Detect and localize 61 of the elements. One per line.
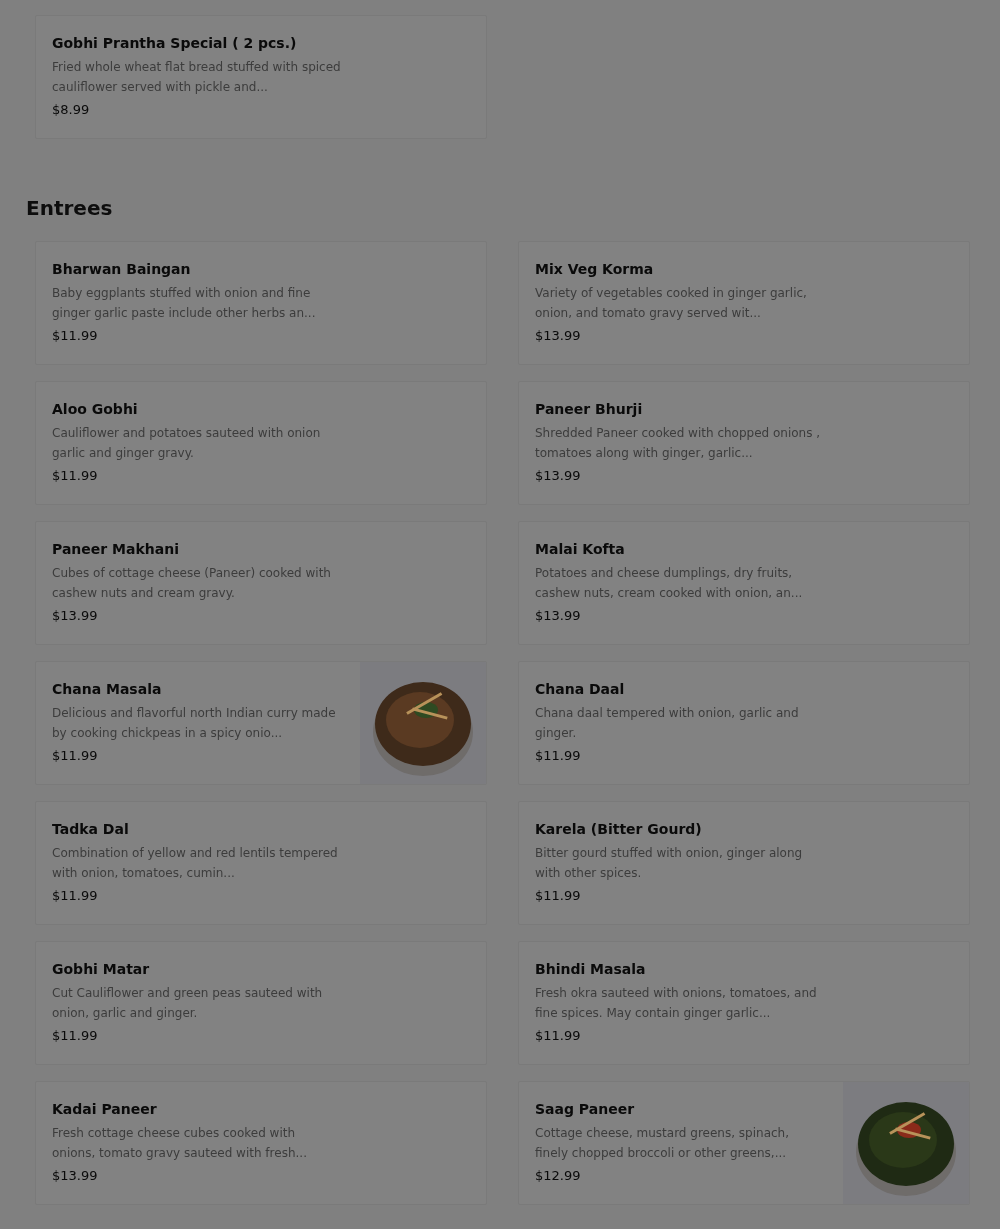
menu-item-card[interactable]: Kadai Paneer Fresh cottage cheese cubes cooked with onions, tomato gravy sauteed with fresh... $13.99 <box>35 1081 487 1205</box>
item-price: $13.99 <box>535 327 582 345</box>
item-price: $11.99 <box>535 887 582 905</box>
item-price: $13.99 <box>52 607 99 625</box>
item-name: Paneer Makhani <box>52 540 180 558</box>
menu-item-card[interactable]: Bhindi Masala Fresh okra sauteed with onions, tomatoes, and fine spices. May contain ginger garlic... $11.99 <box>518 941 970 1065</box>
menu-item-card[interactable]: Aloo Gobhi Cauliflower and potatoes sauteed with onion garlic and ginger gravy. $11.99 <box>35 381 487 505</box>
item-description: Potatoes and cheese dumplings, dry fruits, cashew nuts, cream cooked with onion, an... <box>535 565 804 602</box>
item-name: Saag Paneer <box>535 1100 636 1118</box>
menu-item-card[interactable]: Karela (Bitter Gourd) Bitter gourd stuffed with onion, ginger along with other spices. $11.99 <box>518 801 970 925</box>
item-description: Combination of yellow and red lentils tempered with onion, tomatoes, cumin... <box>52 845 339 882</box>
menu-item-card[interactable]: Gobhi Matar Cut Cauliflower and green peas sauteed with onion, garlic and ginger. $11.99 <box>35 941 487 1065</box>
item-description: Chana daal tempered with onion, garlic and ginger. <box>535 705 800 742</box>
item-description: Fresh cottage cheese cubes cooked with onions, tomato gravy sauteed with fresh... <box>52 1125 308 1162</box>
item-name: Kadai Paneer <box>52 1100 158 1118</box>
menu-item-card[interactable]: Paneer Bhurji Shredded Paneer cooked with chopped onions , tomatoes along with ginger, garlic... $13.99 <box>518 381 970 505</box>
menu-item-card[interactable]: Paneer Makhani Cubes of cottage cheese (Paneer) cooked with cashew nuts and cream gravy. $13.99 <box>35 521 487 645</box>
item-name: Bhindi Masala <box>535 960 647 978</box>
item-price: $8.99 <box>52 101 91 119</box>
item-name: Paneer Bhurji <box>535 400 644 418</box>
item-description: Bitter gourd stuffed with onion, ginger along with other spices. <box>535 845 804 882</box>
menu-item-card[interactable]: Saag Paneer Cottage cheese, mustard greens, spinach, finely chopped broccoli or other greens,... $12.99 <box>518 1081 970 1205</box>
item-name: Chana Daal <box>535 680 626 698</box>
item-name: Gobhi Prantha Special ( 2 pcs.) <box>52 34 298 52</box>
item-price: $11.99 <box>52 467 99 485</box>
item-name: Aloo Gobhi <box>52 400 139 418</box>
item-description: Cottage cheese, mustard greens, spinach, finely chopped broccoli or other greens,... <box>535 1125 790 1162</box>
item-name: Gobhi Matar <box>52 960 151 978</box>
item-description: Variety of vegetables cooked in ginger garlic, onion, and tomato gravy served wit... <box>535 285 808 322</box>
menu-item-card[interactable]: Bharwan Baingan Baby eggplants stuffed with onion and fine ginger garlic paste include other herbs an... $11.99 <box>35 241 487 365</box>
item-description: Delicious and flavorful north Indian curry made by cooking chickpeas in a spicy onio... <box>52 705 337 742</box>
item-description: Cut Cauliflower and green peas sauteed with onion, garlic and ginger. <box>52 985 324 1022</box>
item-price: $12.99 <box>535 1167 582 1185</box>
item-name: Chana Masala <box>52 680 163 698</box>
item-description: Baby eggplants stuffed with onion and fine ginger garlic paste include other herbs an... <box>52 285 317 322</box>
item-name: Tadka Dal <box>52 820 130 838</box>
menu-item-card[interactable]: Chana Masala Delicious and flavorful north Indian curry made by cooking chickpeas in a spicy onio... $11.99 <box>35 661 487 785</box>
menu-item-card[interactable]: Malai Kofta Potatoes and cheese dumplings, dry fruits, cashew nuts, cream cooked with onion, an... $13.99 <box>518 521 970 645</box>
item-description: Cubes of cottage cheese (Paneer) cooked with cashew nuts and cream gravy. <box>52 565 332 602</box>
item-price: $13.99 <box>535 467 582 485</box>
item-name: Bharwan Baingan <box>52 260 192 278</box>
item-description: Fried whole wheat flat bread stuffed with spiced cauliflower served with pickle and... <box>52 59 342 96</box>
item-price: $11.99 <box>52 887 99 905</box>
item-description: Shredded Paneer cooked with chopped onions , tomatoes along with ginger, garlic... <box>535 425 822 462</box>
section-heading: Entrees <box>26 195 113 222</box>
item-name: Karela (Bitter Gourd) <box>535 820 703 838</box>
item-price: $11.99 <box>52 327 99 345</box>
item-price: $11.99 <box>52 747 99 765</box>
item-price: $13.99 <box>52 1167 99 1185</box>
item-name: Mix Veg Korma <box>535 260 655 278</box>
item-price: $13.99 <box>535 607 582 625</box>
menu-item-card[interactable]: Mix Veg Korma Variety of vegetables cooked in ginger garlic, onion, and tomato gravy served wit... $13.99 <box>518 241 970 365</box>
item-price: $11.99 <box>535 1027 582 1045</box>
item-description: Cauliflower and potatoes sauteed with onion garlic and ginger gravy. <box>52 425 322 462</box>
menu-item-card[interactable]: Gobhi Prantha Special ( 2 pcs.) Fried whole wheat flat bread stuffed with spiced cauliflower served with pickle and... $8.99 <box>35 15 487 139</box>
menu-item-card[interactable]: Chana Daal Chana daal tempered with onion, garlic and ginger. $11.99 <box>518 661 970 785</box>
item-price: $11.99 <box>52 1027 99 1045</box>
item-price: $11.99 <box>535 747 582 765</box>
menu-item-card[interactable]: Tadka Dal Combination of yellow and red lentils tempered with onion, tomatoes, cumin... $11.99 <box>35 801 487 925</box>
item-name: Malai Kofta <box>535 540 626 558</box>
item-description: Fresh okra sauteed with onions, tomatoes, and fine spices. May contain ginger garlic... <box>535 985 818 1022</box>
